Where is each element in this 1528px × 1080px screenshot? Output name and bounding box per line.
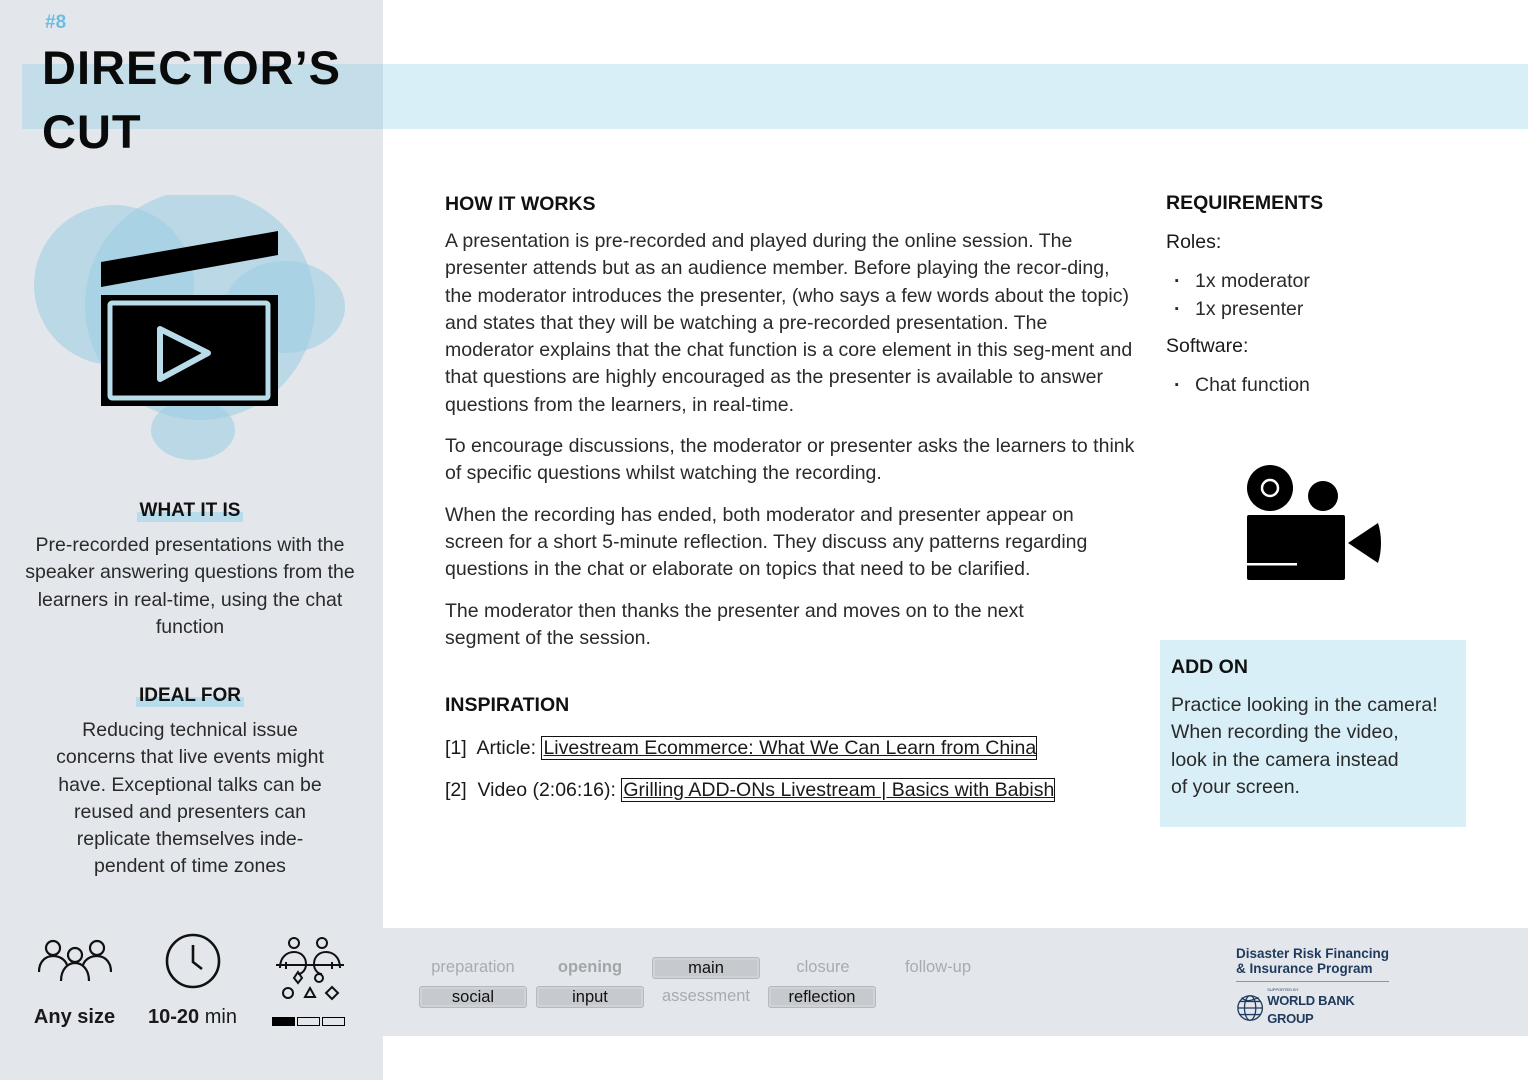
type-assessment: assessment [661,987,751,1005]
add-on-line: of your screen. [1171,775,1300,798]
inspiration-prefix: [1] Article: [445,737,542,759]
inspiration-heading: INSPIRATION [445,694,570,716]
interaction-people-shapes-icon [276,937,344,1001]
inspiration-prefix: [2] Video (2:06:16): [445,779,622,801]
ideal-for-heading: IDEAL FOR [135,685,245,707]
card-title: DIRECTOR’S CUT [42,36,341,164]
phase-follow-up: follow-up [904,958,972,976]
inspiration-item: [2] Video (2:06:16): Grilling ADD-ONs Li… [445,775,1056,817]
what-it-is-section: WHAT IT IS Pre-recorded presentations wi… [20,500,360,641]
how-it-works-section: HOW IT WORKS A presentation is pre-recor… [445,193,1135,652]
video-camera-icon [1247,465,1381,580]
what-it-is-heading: WHAT IT IS [136,500,244,522]
add-on-text: Practice looking in the camera! When rec… [1171,692,1455,801]
add-on-line: When recording the video, [1171,721,1399,744]
how-it-works-paragraph: When the recording has ended, both moder… [445,503,1088,581]
type-reflection: reflection [768,986,876,1008]
complexity-segment-1 [272,1017,295,1026]
add-on-box: ADD ON Practice looking in the camera! W… [1160,640,1466,827]
requirements-heading: REQUIREMENTS [1166,192,1324,214]
card-title-line-1: DIRECTOR’S [42,41,341,94]
how-it-works-body: A presentation is pre-recorded and playe… [445,228,1135,652]
clock-icon [165,933,221,989]
role-item: 1x presenter [1166,296,1466,324]
globe-icon [1237,994,1264,1021]
logo-org-name: WORLD BANK GROUP [1267,993,1355,1026]
complexity-meter [272,1017,345,1026]
complexity-segment-3 [322,1017,345,1026]
how-it-works-paragraph: To encourage discussions, the moderator … [445,435,1135,485]
logo-title-line-2: & Insurance Program [1236,961,1373,976]
complexity-segment-2 [297,1017,320,1026]
phase-preparation: preparation [431,958,515,976]
how-it-works-paragraph: The moderator then thanks the presenter … [445,599,1024,649]
add-on-line: Practice looking in the camera! [1171,694,1438,716]
world-bank-logo: SUPPORTED BY WORLD BANK GROUP [1236,987,1396,1028]
type-input: input [536,986,644,1008]
inspiration-link-video[interactable]: Grilling ADD-ONs Livestream | Basics wit… [621,778,1056,802]
card-number: #8 [45,12,67,33]
logo-supported-by: SUPPORTED BY [1267,987,1299,992]
add-on-heading: ADD ON [1171,656,1248,678]
card-title-line-2: CUT [42,105,142,158]
duration-unit: min [199,1006,237,1028]
role-item: 1x moderator [1166,268,1466,296]
inspiration-item: [1] Article: Livestream Ecommerce: What … [445,733,1055,775]
film-clapperboard-play-icon [34,195,345,460]
duration-label: 10-20 min [140,1006,245,1029]
requirements-section: REQUIREMENTS Roles: 1x moderator 1x pres… [1166,192,1466,400]
phase-opening: opening [557,958,623,976]
logo-divider [1236,981,1389,982]
software-label: Software: [1166,335,1249,357]
drfip-logo: Disaster Risk Financing & Insurance Prog… [1236,946,1396,1028]
software-item: Chat function [1166,372,1466,400]
what-it-is-text: Pre-recorded presentations with the spea… [25,534,355,638]
phase-main: main [652,957,760,979]
roles-list: 1x moderator 1x presenter [1166,268,1466,323]
how-it-works-heading: HOW IT WORKS [445,193,596,215]
type-social: social [419,986,527,1008]
add-on-line: look in the camera instead [1171,748,1399,771]
group-size-label: Any size [33,1006,116,1028]
group-people-icon [37,939,113,982]
duration-value: 10-20 [148,1006,200,1028]
ideal-for-section: IDEAL FOR Reducing technical issue conce… [20,685,360,881]
ideal-for-text: Reducing technical issue concerns that l… [56,719,324,878]
inspiration-link-article[interactable]: Livestream Ecommerce: What We Can Learn … [541,736,1038,760]
phase-closure: closure [796,958,850,976]
roles-label: Roles: [1166,231,1222,253]
logo-title-line-1: Disaster Risk Financing [1236,946,1390,961]
software-list: Chat function [1166,372,1466,400]
inspiration-list: [1] Article: Livestream Ecommerce: What … [445,733,1056,817]
how-it-works-paragraph: A presentation is pre-recorded and playe… [445,230,1133,416]
stats-row: Any size 10-20 min [22,930,362,1040]
